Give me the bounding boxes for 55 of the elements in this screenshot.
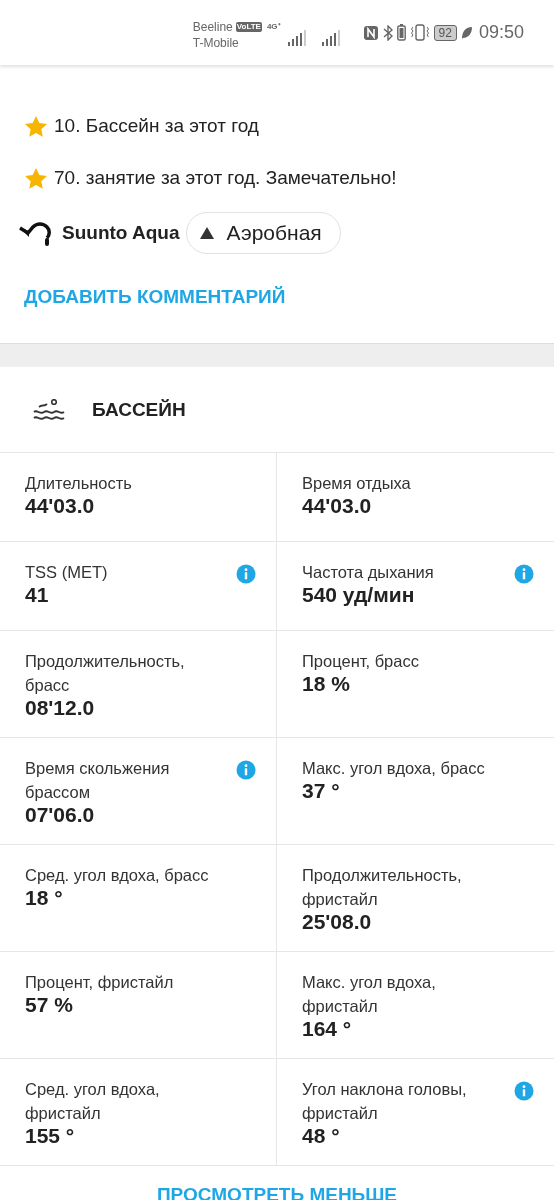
carrier-name: T-Mobile: [192, 34, 240, 51]
info-icon[interactable]: [236, 564, 256, 584]
stat-value: 44'03.0: [25, 495, 96, 517]
triangle-icon: [198, 226, 215, 240]
stat-value: 57 %: [25, 994, 74, 1016]
stat-value: 18 °: [25, 887, 64, 909]
star-icon: [24, 114, 48, 138]
stat-value: 164 °: [302, 1018, 353, 1040]
bluetooth-icon: [382, 24, 393, 41]
info-icon[interactable]: [514, 564, 534, 584]
nfc-icon: [362, 24, 379, 41]
device-name: Suunto Aqua: [62, 222, 180, 244]
stat-label: Угол наклона головы, фристайл: [302, 1079, 468, 1124]
stat-label: Длительность: [25, 473, 132, 494]
stat-value: 540 уд/мин: [302, 584, 416, 606]
volte-badge: VoLTE: [235, 21, 262, 32]
intensity-label: Аэробная: [226, 221, 322, 245]
stat-value: 37 °: [302, 780, 341, 802]
stat-label: Сред. угол вдоха, фристайл: [25, 1079, 161, 1124]
stat-value: 48 °: [302, 1125, 341, 1147]
battery-icon: [396, 24, 406, 41]
network-type: 4G⁺: [266, 20, 281, 33]
stat-value: 44'03.0: [302, 495, 373, 517]
stat-label: Процент, фристайл: [25, 972, 174, 993]
clock: 09:50: [478, 22, 524, 43]
stat-label: Процент, брасс: [302, 651, 419, 672]
signal-icon: [320, 28, 341, 47]
stat-label: Частота дыхания: [302, 562, 434, 583]
stat-label: Время отдыха: [302, 473, 411, 494]
stat-value: 18 %: [302, 673, 351, 695]
battery-level: 92: [433, 24, 457, 41]
stat-value: 08'12.0: [25, 697, 96, 719]
stat-label: Макс. угол вдоха, брасс: [302, 758, 485, 779]
stat-label: Продолжительность, брасс: [25, 651, 186, 696]
stat-label: Продолжительность, фристайл: [302, 865, 463, 910]
stat-value: 25'08.0: [302, 911, 373, 933]
stat-value: 155 °: [25, 1125, 76, 1147]
add-comment-link[interactable]: ДОБАВИТЬ КОММЕНТАРИЙ: [24, 286, 530, 308]
stat-value: 07'06.0: [25, 804, 96, 826]
info-icon[interactable]: [236, 760, 256, 780]
carrier-name: Beeline: [192, 18, 233, 35]
vibrate-icon: [409, 24, 430, 41]
leaf-icon: [460, 25, 473, 40]
star-icon: [24, 166, 48, 190]
stat-value: 41: [25, 584, 50, 606]
stat-label: Сред. угол вдоха, брасс: [25, 865, 209, 886]
swimming-icon: [33, 398, 65, 421]
section-title: БАССЕЙН: [92, 398, 186, 421]
info-icon[interactable]: [514, 1081, 534, 1101]
stat-label: Макс. угол вдоха, фристайл: [302, 972, 437, 1017]
signal-icon: [286, 28, 307, 47]
achievement-text: 10. Бассейн за этот год: [54, 115, 259, 137]
achievement-text: 70. занятие за этот год. Замечательно!: [54, 167, 397, 189]
stat-label: TSS (MET): [25, 562, 108, 583]
stat-label: Время скольжения брассом: [25, 758, 171, 803]
